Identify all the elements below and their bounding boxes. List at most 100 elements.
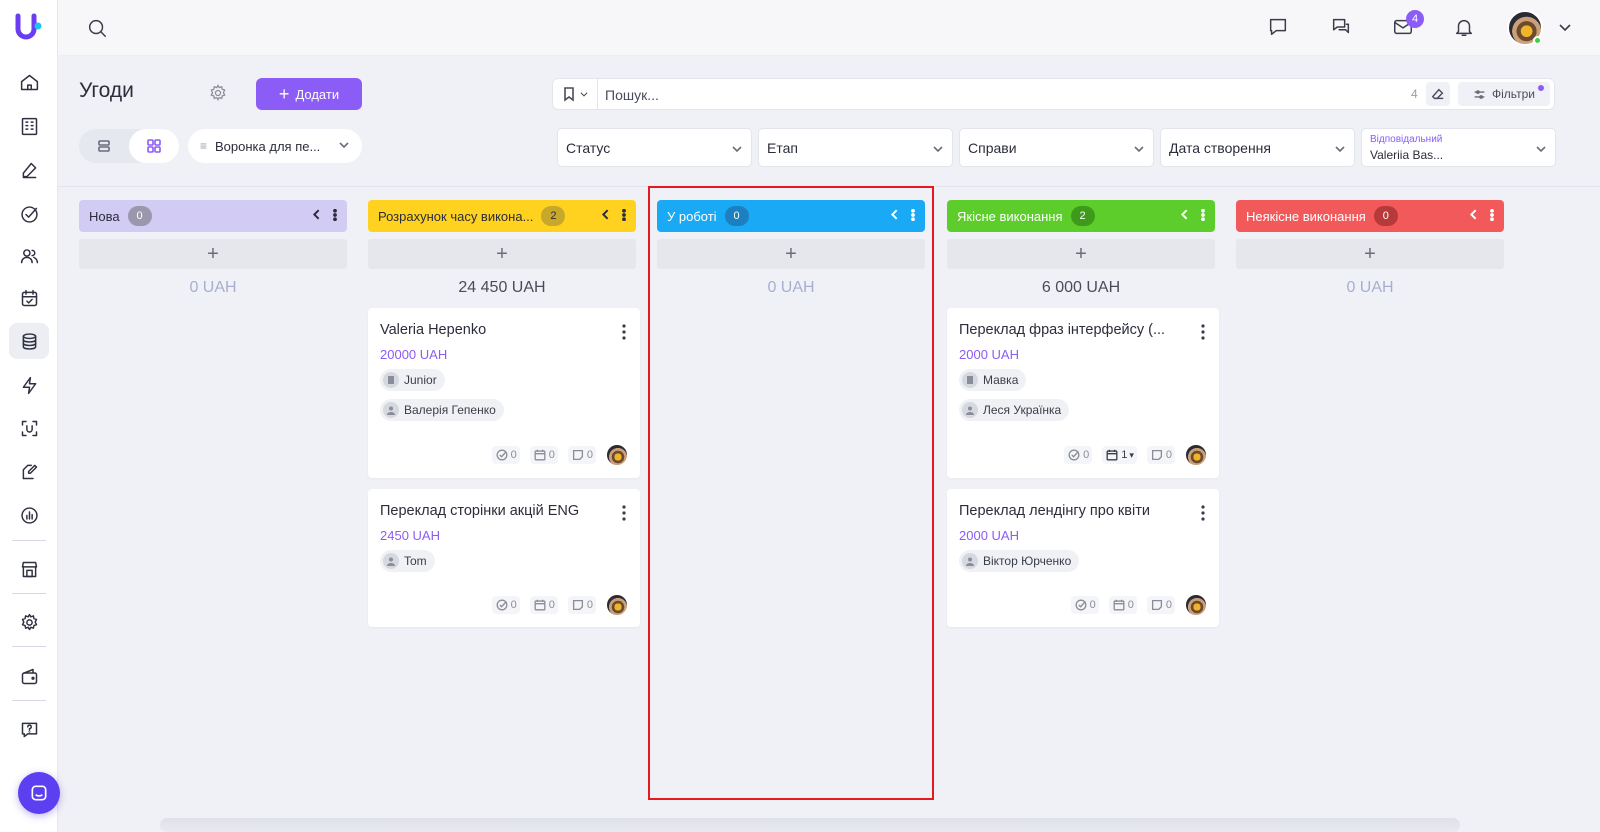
- app-logo[interactable]: [13, 12, 43, 42]
- bookmark-icon[interactable]: [561, 86, 589, 102]
- more-vertical-icon[interactable]: [333, 208, 337, 224]
- add-card-button[interactable]: +: [368, 239, 636, 269]
- column-total: 6 000 UAH: [1041, 279, 1121, 296]
- search-icon[interactable]: [86, 17, 108, 39]
- store-icon[interactable]: [9, 551, 49, 587]
- home-icon[interactable]: [9, 64, 49, 100]
- column-header[interactable]: Неякісне виконання 0: [1236, 200, 1504, 232]
- contact-chip[interactable]: Tom: [380, 550, 435, 572]
- notes-count: 0: [1165, 449, 1172, 461]
- column-header[interactable]: Розрахунок часу викона... 2: [368, 200, 636, 232]
- card-title[interactable]: Переклад сторінки акцій ENG: [380, 503, 608, 519]
- deal-card[interactable]: Переклад фраз інтерфейсу (... 2000 UAH М…: [947, 308, 1219, 478]
- more-vertical-icon[interactable]: [622, 208, 626, 224]
- calendar-check-icon[interactable]: [9, 280, 49, 316]
- card-amount: 2000 UAH: [959, 347, 1019, 362]
- chats-icon[interactable]: [1330, 16, 1354, 40]
- events-counter[interactable]: 0: [529, 596, 558, 614]
- building-icon[interactable]: [9, 108, 49, 144]
- horizontal-scrollbar[interactable]: [160, 818, 1460, 832]
- document-edit-icon[interactable]: [9, 453, 49, 489]
- settings-icon[interactable]: [9, 604, 49, 640]
- stage-filter[interactable]: Етап: [758, 128, 953, 167]
- search-input[interactable]: [605, 85, 1385, 105]
- funnel-select[interactable]: ≡ Воронка для пе...: [188, 129, 362, 163]
- kanban-view-icon[interactable]: [129, 129, 179, 163]
- more-vertical-icon[interactable]: [622, 324, 626, 340]
- company-chip[interactable]: Junior: [380, 369, 445, 391]
- owner-avatar[interactable]: [606, 594, 628, 616]
- card-title[interactable]: Переклад лендінгу про квіти: [959, 503, 1187, 519]
- more-vertical-icon[interactable]: [1490, 208, 1494, 224]
- events-counter[interactable]: 0: [529, 446, 558, 464]
- wallet-icon[interactable]: [9, 658, 49, 694]
- help-icon[interactable]: [9, 711, 49, 747]
- events-counter[interactable]: 1 ▾: [1102, 446, 1137, 464]
- filters-button[interactable]: Фільтри: [1458, 82, 1550, 106]
- collapse-chevron-icon[interactable]: [599, 208, 612, 224]
- collapse-chevron-icon[interactable]: [1178, 208, 1191, 224]
- add-deal-button[interactable]: + Додати: [256, 78, 362, 110]
- more-vertical-icon[interactable]: [1201, 208, 1205, 224]
- plus-icon: +: [278, 84, 290, 104]
- chevron-down-icon[interactable]: [1557, 19, 1573, 35]
- message-icon[interactable]: [1267, 16, 1291, 40]
- deal-card[interactable]: Переклад сторінки акцій ENG 2450 UAH Tom…: [368, 489, 640, 627]
- tasks-counter[interactable]: 0: [1064, 446, 1093, 464]
- status-filter[interactable]: Статус: [557, 128, 752, 167]
- more-vertical-icon[interactable]: [1201, 505, 1205, 521]
- contact-chip[interactable]: Леся Українка: [959, 399, 1070, 421]
- owner-avatar[interactable]: [606, 444, 628, 466]
- notes-counter[interactable]: 0: [1146, 446, 1175, 464]
- chevron-down-icon: [338, 139, 350, 154]
- card-title[interactable]: Переклад фраз інтерфейсу (...: [959, 322, 1187, 338]
- collapse-chevron-icon[interactable]: [310, 208, 323, 224]
- signature-icon[interactable]: [9, 152, 49, 188]
- users-icon[interactable]: [9, 238, 49, 274]
- tasks-filter[interactable]: Справи: [959, 128, 1154, 167]
- chart-icon[interactable]: [9, 497, 49, 533]
- scan-icon[interactable]: [9, 410, 49, 446]
- add-card-button[interactable]: +: [947, 239, 1215, 269]
- chevron-down-icon: [1133, 142, 1145, 158]
- company-icon: [383, 372, 399, 388]
- note-icon: [572, 599, 583, 611]
- column-count-badge: 2: [1070, 206, 1095, 226]
- deal-card[interactable]: Valeria Hepenko 20000 UAH Junior Валерія…: [368, 308, 640, 478]
- owner-avatar[interactable]: [1185, 594, 1207, 616]
- add-card-button[interactable]: +: [1236, 239, 1504, 269]
- collapse-chevron-icon[interactable]: [1467, 208, 1480, 224]
- chip-label: Віктор Юрченко: [983, 554, 1072, 568]
- bell-icon[interactable]: [1453, 16, 1477, 40]
- mail-icon[interactable]: 4: [1392, 10, 1424, 40]
- tasks-counter[interactable]: 0: [491, 446, 520, 464]
- contact-chip[interactable]: Віктор Юрченко: [959, 550, 1080, 572]
- list-view-icon[interactable]: [79, 129, 129, 163]
- column-header[interactable]: Нова 0: [79, 200, 347, 232]
- events-counter[interactable]: 0: [1108, 596, 1137, 614]
- filters-label: Фільтри: [1492, 87, 1535, 101]
- tasks-counter[interactable]: 0: [491, 596, 520, 614]
- more-vertical-icon[interactable]: [1201, 324, 1205, 340]
- tasks-counter[interactable]: 0: [1070, 596, 1099, 614]
- check-circle-icon[interactable]: [9, 196, 49, 232]
- column-header[interactable]: Якісне виконання 2: [947, 200, 1215, 232]
- chat-bubble-icon[interactable]: [18, 772, 60, 814]
- contact-chip[interactable]: Валерія Гепенко: [380, 399, 504, 421]
- notes-counter[interactable]: 0: [567, 446, 596, 464]
- more-vertical-icon[interactable]: [622, 505, 626, 521]
- card-title[interactable]: Valeria Hepenko: [380, 322, 608, 338]
- coins-stack-icon[interactable]: [9, 323, 49, 359]
- column-total: 0 UAH: [1346, 279, 1394, 296]
- company-chip[interactable]: Мавка: [959, 369, 1027, 391]
- owner-avatar[interactable]: [1185, 444, 1207, 466]
- settings-gear-icon[interactable]: [208, 83, 230, 105]
- responsible-filter[interactable]: Відповідальний Valeriia Bas...: [1361, 128, 1556, 167]
- deal-card[interactable]: Переклад лендінгу про квіти 2000 UAH Вік…: [947, 489, 1219, 627]
- lightning-icon[interactable]: [9, 367, 49, 403]
- notes-counter[interactable]: 0: [567, 596, 596, 614]
- eraser-icon[interactable]: [1426, 82, 1450, 106]
- add-card-button[interactable]: +: [79, 239, 347, 269]
- notes-counter[interactable]: 0: [1146, 596, 1175, 614]
- created-date-filter[interactable]: Дата створення: [1160, 128, 1355, 167]
